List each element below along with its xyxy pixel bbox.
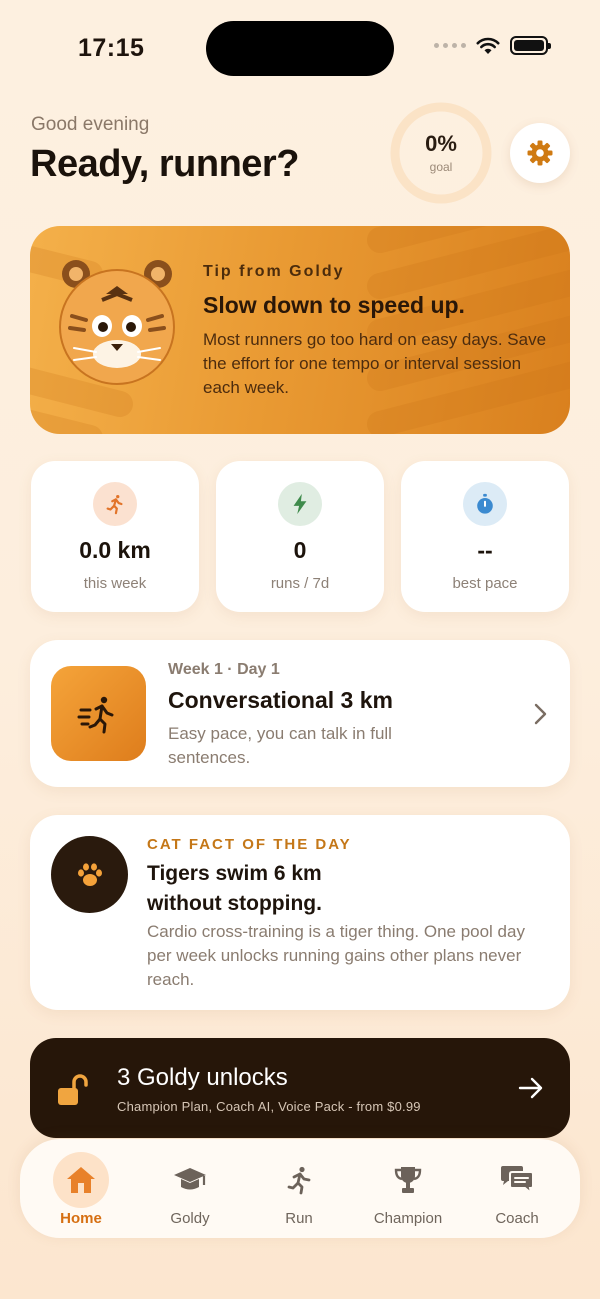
- cat-fact-card[interactable]: CAT FACT OF THE DAY Tigers swim 6 km wit…: [30, 815, 570, 1010]
- tab-label: Coach: [495, 1210, 539, 1227]
- paw-icon: [77, 862, 102, 886]
- status-time: 17:15: [78, 34, 145, 62]
- unlock-icon: [58, 1074, 88, 1105]
- tab-coach[interactable]: Coach: [463, 1139, 571, 1238]
- tab-icon-wrap: [53, 1152, 109, 1208]
- workout-meta: Week 1 · Day 1: [168, 661, 280, 678]
- goldy-tiger-avatar: [59, 260, 175, 385]
- fact-eyebrow: CAT FACT OF THE DAY: [147, 836, 352, 853]
- tip-eyebrow: Tip from Goldy: [203, 263, 345, 280]
- fact-title: Tigers swim 6 km without stopping.: [147, 862, 322, 915]
- workout-card[interactable]: Week 1 · Day 1 Conversational 3 km Easy …: [30, 640, 570, 787]
- stat-label: this week: [83, 575, 147, 592]
- tab-icon-wrap: [489, 1152, 545, 1208]
- tab-champion[interactable]: Champion: [354, 1139, 462, 1238]
- lightning-icon: [293, 493, 307, 515]
- settings-button[interactable]: [510, 123, 570, 183]
- stat-icon-bg: [463, 482, 507, 526]
- fact-body: Cardio cross-training is a tiger thing. …: [147, 922, 525, 989]
- home-icon: [67, 1167, 95, 1193]
- greeting: Good evening: [31, 114, 150, 135]
- stat-value: 0: [293, 537, 307, 563]
- workout-title: Conversational 3 km: [168, 687, 393, 713]
- tab-home[interactable]: Home: [27, 1139, 135, 1238]
- paw-badge: [51, 836, 128, 913]
- tab-icon-wrap: [271, 1152, 327, 1208]
- tab-goldy[interactable]: Goldy: [136, 1139, 244, 1238]
- status-indicators: [434, 36, 551, 55]
- chat-bubbles-icon: [501, 1166, 534, 1196]
- signal-icon: [434, 43, 466, 48]
- stat-label: best pace: [452, 575, 518, 592]
- graduation-cap-icon: [174, 1168, 206, 1190]
- runner-icon: [287, 1166, 311, 1195]
- tip-title: Slow down to speed up.: [203, 292, 465, 318]
- tab-icon-wrap: [380, 1152, 436, 1208]
- runner-icon: [106, 495, 123, 515]
- chevron-right-icon: [534, 703, 547, 725]
- workout-description: Easy pace, you can talk in full sentence…: [168, 724, 392, 767]
- stat-card-distance[interactable]: 0.0 km this week: [31, 461, 199, 612]
- tab-label: Home: [60, 1210, 102, 1227]
- tab-label: Run: [285, 1210, 313, 1227]
- unlocks-banner[interactable]: 3 Goldy unlocks Champion Plan, Coach AI,…: [30, 1038, 570, 1138]
- goal-readout: 0% goal: [389, 131, 493, 174]
- tab-run[interactable]: Run: [245, 1139, 353, 1238]
- goal-percent: 0%: [425, 131, 457, 156]
- tip-card[interactable]: Tip from Goldy Slow down to speed up. Mo…: [30, 226, 570, 434]
- tab-label: Goldy: [170, 1210, 210, 1227]
- workout-thumbnail: [51, 666, 146, 761]
- stat-value: 0.0 km: [79, 537, 151, 563]
- battery-icon: [510, 36, 551, 55]
- stat-icon-bg: [278, 482, 322, 526]
- unlocks-title: 3 Goldy unlocks: [117, 1064, 288, 1091]
- stat-card-runs[interactable]: 0 runs / 7d: [216, 461, 384, 612]
- stat-value: --: [477, 537, 493, 563]
- status-bar: 17:15: [0, 0, 600, 100]
- goal-label: goal: [429, 160, 453, 174]
- dynamic-island: [206, 21, 394, 76]
- stat-label: runs / 7d: [270, 575, 330, 592]
- page-title: Ready, runner?: [30, 143, 299, 185]
- arrow-right-icon: [518, 1077, 543, 1099]
- tip-body: Most runners go too hard on easy days. S…: [203, 330, 547, 397]
- tab-bar: Home Goldy Run Champion Coach: [20, 1139, 580, 1238]
- wifi-icon: [476, 37, 500, 54]
- walker-icon: [77, 696, 113, 733]
- stat-card-pace[interactable]: -- best pace: [401, 461, 569, 612]
- stopwatch-icon: [477, 493, 493, 514]
- unlocks-subtitle: Champion Plan, Coach AI, Voice Pack - fr…: [117, 1099, 421, 1114]
- tab-label: Champion: [373, 1210, 443, 1227]
- stat-icon-bg: [93, 482, 137, 526]
- tab-icon-wrap: [162, 1152, 218, 1208]
- trophy-icon: [394, 1167, 422, 1193]
- gear-icon: [527, 140, 553, 166]
